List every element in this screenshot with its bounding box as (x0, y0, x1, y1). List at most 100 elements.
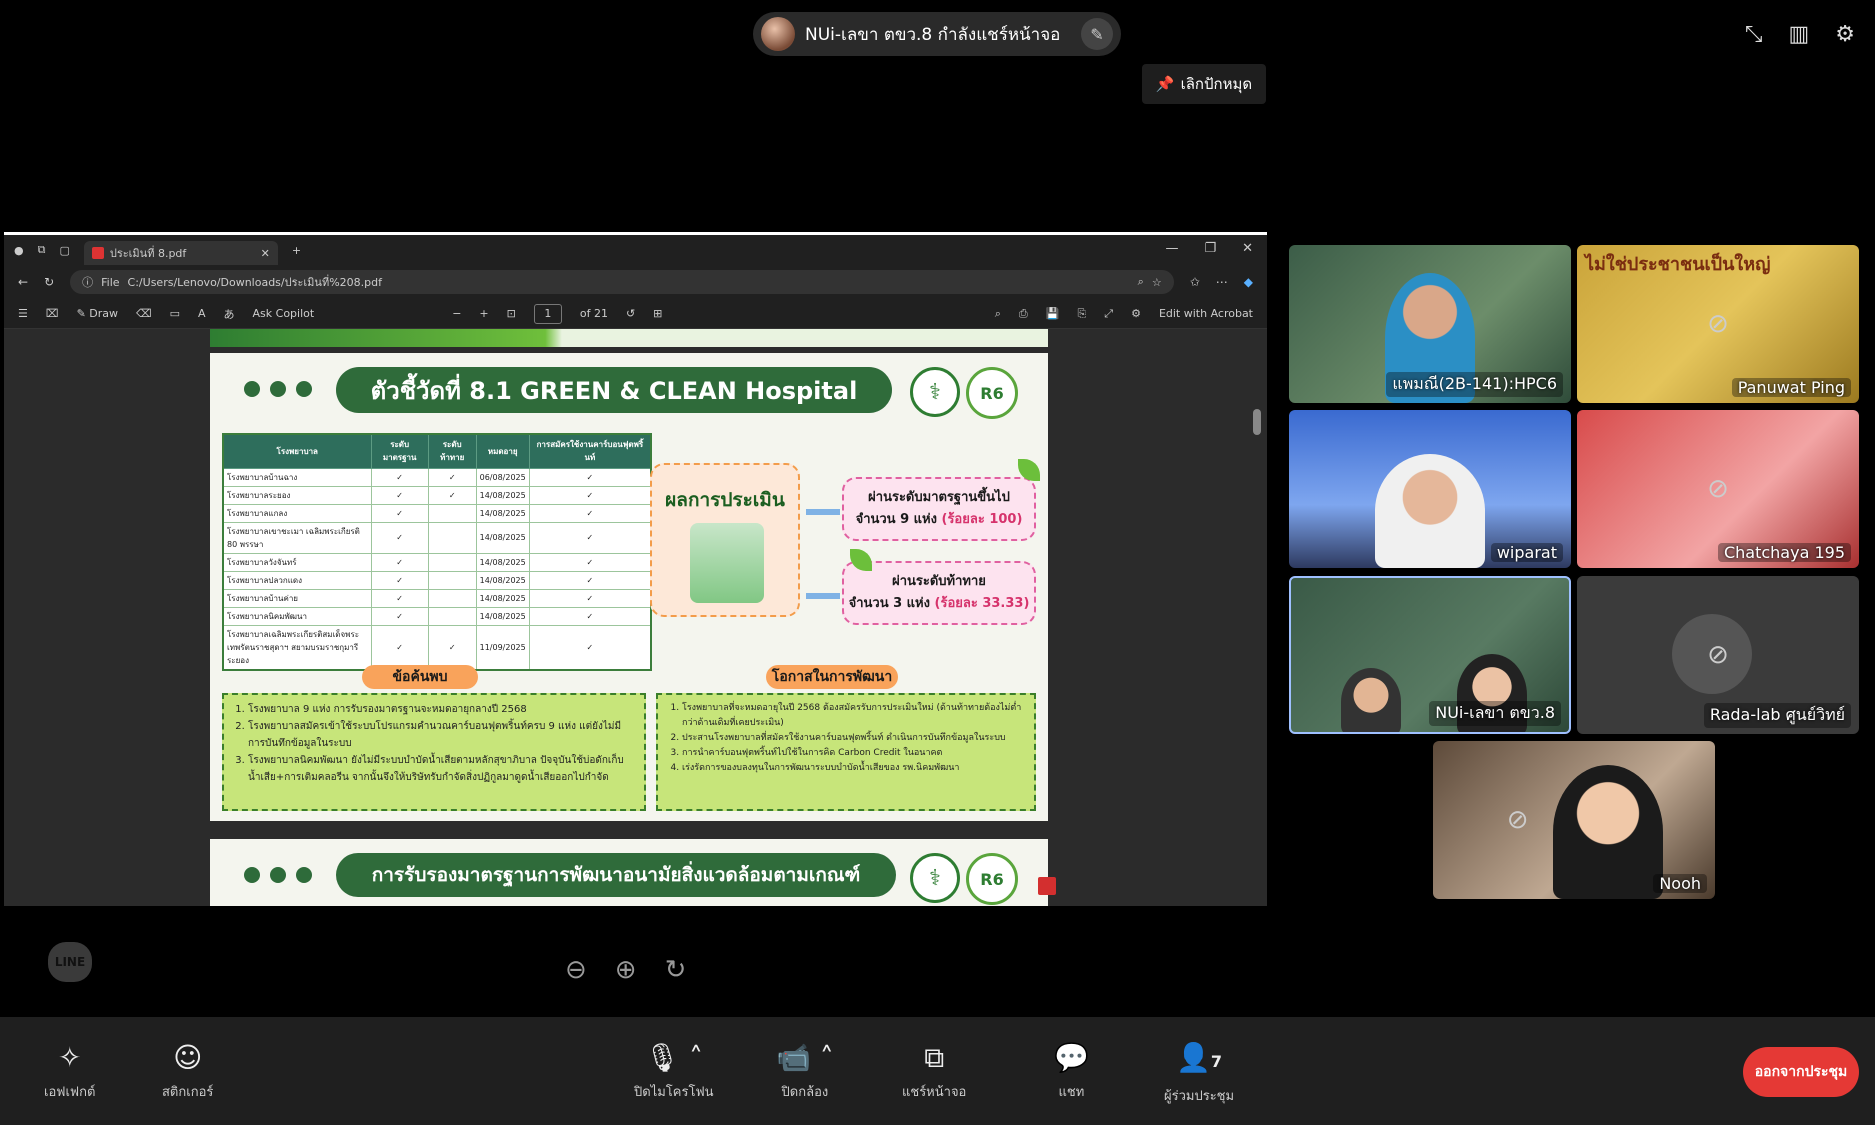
gear-icon[interactable]: ⚙ (1835, 22, 1855, 47)
participant-tile[interactable]: ไม่ใช่ประชาชนเป็นใหญ่ ⊘ Panuwat Ping (1577, 245, 1859, 403)
table-cell: โรงพยาบาลบ้านฉาง (222, 467, 372, 487)
edit-acrobat-button[interactable]: Edit with Acrobat (1159, 307, 1253, 320)
table-cell: ✓ (370, 624, 429, 670)
table-cell: โรงพยาบาลเฉลิมพระเกียรติสมเด็จพระเทพรัตน… (222, 624, 372, 670)
table-header: หมดอายุ (475, 433, 530, 469)
camera-button[interactable]: 📹 ˄ ปิดกล้อง (776, 1043, 834, 1102)
pdf-scrollbar[interactable] (1253, 335, 1261, 895)
table-cell: ✓ (528, 588, 652, 608)
page-number-input[interactable]: 1 (533, 303, 562, 324)
participant-video (1341, 668, 1401, 732)
share-screen-button[interactable]: ⧉ แชร์หน้าจอ (902, 1043, 966, 1102)
pin-icon: 📌 (1155, 75, 1175, 93)
address-prefix: File (101, 275, 120, 289)
pdf-file-icon (91, 247, 104, 259)
table-cell: ✓ (370, 552, 429, 572)
extensions-icon[interactable]: ⧉ (38, 243, 46, 257)
find-icon[interactable]: ⌕ (995, 307, 1001, 321)
mute-button[interactable]: 🎙 ˄ ปิดไมโครโฟน (634, 1043, 714, 1102)
slide-title: ตัวชี้วัดที่ 8.1 GREEN & CLEAN Hospital (336, 367, 892, 413)
more-menu-icon[interactable]: ⋯ (1216, 275, 1228, 289)
participant-tile[interactable]: ⊘ Nooh (1433, 741, 1715, 899)
result-standard-pct: (ร้อยละ 100) (941, 512, 1023, 527)
bottom-toolbar: ✧ เอฟเฟกต์ ☺ สติกเกอร์ 🎙 ˄ ปิดไมโครโฟน 📹… (0, 1017, 1875, 1125)
textbox-icon[interactable]: ▭ (170, 307, 180, 320)
favorite-star-icon[interactable]: ☆ (1152, 276, 1162, 289)
save-icon[interactable]: 💾 (1046, 307, 1060, 320)
leave-meeting-button[interactable]: ออกจากประชุม (1743, 1047, 1859, 1097)
window-restore-icon[interactable]: ❐ (1204, 241, 1216, 256)
save-as-icon[interactable]: ⎘ (1077, 307, 1086, 321)
zoom-in-pdf-icon[interactable]: + (479, 307, 488, 320)
participants-button[interactable]: 👤7 ผู้ร่วมประชุม (1164, 1043, 1234, 1106)
zoom-in-icon[interactable]: ⊕ (615, 955, 637, 985)
table-cell: 14/08/2025 (475, 552, 530, 572)
participant-tile[interactable]: ⊘ Chatchaya 195 (1577, 410, 1859, 568)
browser-tab[interactable]: ประเมินที่ 8.pdf ✕ (83, 241, 278, 265)
table-cell: โรงพยาบาลระยอง (222, 485, 372, 505)
effects-button[interactable]: ✧ เอฟเฟกต์ (44, 1043, 95, 1102)
profile-icon[interactable]: ● (14, 244, 24, 257)
eraser-icon[interactable]: ⌫ (136, 307, 152, 320)
tab-actions-icon[interactable]: ▢ (59, 244, 69, 257)
window-minimize-icon[interactable]: — (1165, 241, 1178, 256)
pdf-settings-icon[interactable]: ⚙ (1131, 307, 1141, 320)
address-bar[interactable]: ⓘ File C:/Users/Lenovo/Downloads/ประเมิน… (70, 270, 1174, 294)
smiley-icon: ☺ (173, 1041, 203, 1074)
read-aloud-icon[interactable]: A (198, 307, 206, 320)
table-cell: 14/08/2025 (475, 588, 530, 608)
draw-button[interactable]: ✎ Draw (77, 307, 118, 320)
address-bar-row: ← ↻ ⓘ File C:/Users/Lenovo/Downloads/ประ… (4, 265, 1267, 299)
shared-screen: ● ⧉ ▢ ประเมินที่ 8.pdf ✕ + — ❐ ✕ ← ↻ ⓘ F… (4, 232, 1267, 906)
participant-tile[interactable]: NUi-เลขา ตขว.8 (1289, 576, 1571, 734)
findings-title: ข้อค้นพบ (362, 665, 478, 689)
microphone-icon: 🎙 ˄ (644, 1041, 703, 1074)
contents-icon[interactable]: ☰ (18, 307, 28, 320)
share-zoom-controls: ⊖ ⊕ ↻ (565, 955, 686, 985)
table-row: โรงพยาบาลบ้านฉาง ✓ ✓ 06/08/2025 ✓ (222, 467, 652, 487)
zoom-out-icon[interactable]: ⊖ (565, 955, 587, 985)
table-cell (427, 588, 477, 608)
participant-tile[interactable]: wiparat (1289, 410, 1571, 568)
table-cell: ✓ (427, 467, 477, 487)
table-header: ระดับท้าทาย (427, 433, 477, 469)
table-cell (427, 570, 477, 590)
close-tab-icon[interactable]: ✕ (261, 247, 270, 260)
translate-icon[interactable]: あ (224, 306, 235, 322)
fit-page-icon[interactable]: ⊡ (507, 307, 516, 320)
minimize-view-icon[interactable]: ⤡ (1745, 22, 1763, 47)
participant-tile[interactable]: แพมณี(2B-141):HPC6 (1289, 245, 1571, 403)
new-tab-icon[interactable]: + (292, 244, 301, 257)
table-row: โรงพยาบาลเฉลิมพระเกียรติสมเด็จพระเทพรัตน… (222, 624, 652, 670)
table-cell: ✓ (370, 467, 429, 487)
copilot-icon[interactable]: ◆ (1244, 275, 1253, 289)
fullscreen-icon[interactable]: ⤢ (1104, 307, 1113, 321)
ask-copilot-button[interactable]: Ask Copilot (253, 307, 315, 320)
page-view-icon[interactable]: ⊞ (653, 307, 662, 320)
annotate-pen-icon[interactable]: ✎ (1081, 18, 1113, 50)
highlight-icon[interactable]: ⌧ (46, 307, 59, 320)
pdf-viewer[interactable]: ตัวชี้วัดที่ 8.1 GREEN & CLEAN Hospital … (4, 329, 1267, 906)
zoom-out-pdf-icon[interactable]: − (452, 307, 461, 320)
favorites-icon[interactable]: ✩ (1190, 275, 1200, 289)
chat-button[interactable]: 💬 แชท (1054, 1043, 1089, 1102)
window-close-icon[interactable]: ✕ (1242, 241, 1253, 256)
zoom-search-icon[interactable]: ⌕ (1138, 275, 1144, 289)
arrow-icon (806, 593, 840, 599)
scrollbar-thumb[interactable] (1253, 409, 1261, 435)
back-icon[interactable]: ← (18, 275, 28, 289)
stickers-button[interactable]: ☺ สติกเกอร์ (162, 1043, 213, 1102)
opportunity-item: โรงพยาบาลที่จะหมดอายุในปี 2568 ต้องสมัคร… (682, 701, 1024, 731)
acrobat-icon[interactable] (1038, 877, 1056, 895)
rotate-icon[interactable]: ↺ (626, 307, 635, 320)
layout-icon[interactable]: ▥ (1788, 22, 1809, 47)
opportunities-box: โรงพยาบาลที่จะหมดอายุในปี 2568 ต้องสมัคร… (656, 693, 1036, 811)
presenter-banner: NUi-เลขา ตขว.8 กำลังแชร์หน้าจอ ✎ (753, 12, 1121, 56)
rotate-view-icon[interactable]: ↻ (665, 955, 687, 985)
participant-tile[interactable]: ⊘ Rada-lab ศูนย์วิทย์ (1577, 576, 1859, 734)
sparkle-icon: ✧ (57, 1041, 82, 1074)
table-cell: 14/08/2025 (475, 521, 530, 554)
print-icon[interactable]: ⎙ (1019, 307, 1028, 321)
refresh-icon[interactable]: ↻ (44, 275, 54, 289)
unpin-button[interactable]: 📌 เลิกปักหมุด (1142, 64, 1266, 104)
